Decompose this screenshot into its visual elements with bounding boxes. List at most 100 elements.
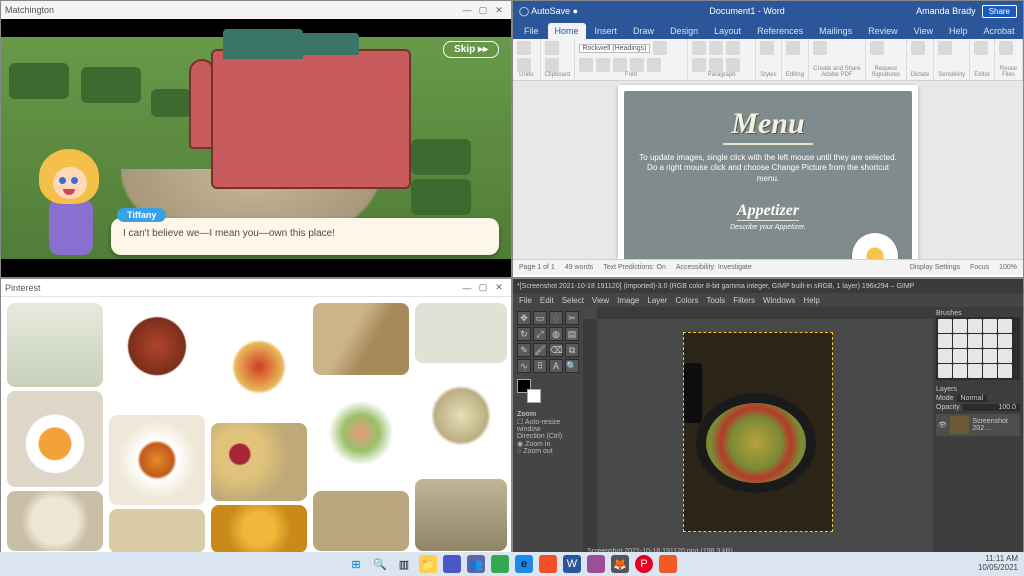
tool-move-icon[interactable]: ✥ [517, 311, 531, 325]
tool-brush-icon[interactable]: 🖌 [533, 343, 547, 357]
menu-colors[interactable]: Colors [675, 296, 698, 305]
ribbon-button[interactable] [647, 58, 661, 72]
menu-select[interactable]: Select [562, 296, 584, 305]
ribbon-button[interactable] [709, 58, 723, 72]
status-accessibility[interactable]: Accessibility: Investigate [676, 264, 752, 271]
status-focus[interactable]: Focus [970, 264, 989, 271]
tool-bucket-icon[interactable]: ◍ [549, 327, 563, 341]
opacity-value[interactable]: 100.0 [963, 404, 1020, 411]
layer-row[interactable]: 👁 Screenshot 202… [936, 414, 1020, 436]
menu-tools[interactable]: Tools [707, 296, 726, 305]
brush-preset[interactable] [953, 334, 967, 348]
start-button[interactable]: ⊞ [347, 555, 365, 573]
tab-design[interactable]: Design [663, 23, 705, 39]
tab-view[interactable]: View [907, 23, 940, 39]
tool-path-icon[interactable]: ⠿ [533, 359, 547, 373]
tool-clone-icon[interactable]: ⧉ [565, 343, 579, 357]
app-icon[interactable] [491, 555, 509, 573]
ribbon-button[interactable] [630, 58, 644, 72]
tab-layout[interactable]: Layout [707, 23, 748, 39]
tab-home[interactable]: Home [548, 23, 586, 39]
maximize-icon[interactable]: ▢ [475, 282, 491, 293]
tab-file[interactable]: File [517, 23, 546, 39]
brush-preset[interactable] [938, 364, 952, 378]
brush-preset[interactable] [968, 334, 982, 348]
ribbon-button[interactable] [692, 41, 706, 55]
skip-button[interactable]: Skip ▸▸ [443, 41, 499, 58]
brush-preset[interactable] [968, 364, 982, 378]
brush-preset[interactable] [983, 364, 997, 378]
document-area[interactable]: Menu To update images, single click with… [513, 81, 1023, 259]
minimize-icon[interactable]: — [459, 5, 475, 15]
tab-references[interactable]: References [750, 23, 810, 39]
tool-zoom-icon[interactable]: 🔍 [565, 359, 579, 373]
user-name[interactable]: Amanda Brady [916, 6, 976, 16]
ribbon-button[interactable] [870, 41, 884, 55]
status-predictions[interactable]: Text Predictions: On [603, 264, 666, 271]
ribbon-button[interactable] [545, 41, 559, 55]
menu-windows[interactable]: Windows [763, 296, 795, 305]
tab-review[interactable]: Review [861, 23, 905, 39]
background-color[interactable] [527, 389, 541, 403]
ribbon-button[interactable] [653, 41, 667, 55]
explorer-icon[interactable]: 📁 [419, 555, 437, 573]
ribbon-button[interactable] [999, 41, 1013, 55]
game-titlebar[interactable]: Matchington — ▢ ✕ [1, 1, 511, 19]
search-icon[interactable]: 🔍 [371, 555, 389, 573]
brush-preset[interactable] [983, 334, 997, 348]
pin-image[interactable] [109, 509, 205, 553]
ribbon-button[interactable] [579, 58, 593, 72]
app-icon[interactable] [539, 555, 557, 573]
brush-preset[interactable] [998, 334, 1012, 348]
ribbon-button[interactable] [517, 41, 531, 55]
pin-image[interactable] [415, 479, 507, 551]
word-titlebar[interactable]: ◯ AutoSave ● Document1 - Word Amanda Bra… [513, 1, 1023, 21]
opt-zoom-out[interactable]: ○ Zoom out [517, 448, 579, 455]
pin-image[interactable] [7, 391, 103, 487]
menu-edit[interactable]: Edit [540, 296, 554, 305]
brush-preset[interactable] [953, 364, 967, 378]
teams-icon[interactable]: 👥 [467, 555, 485, 573]
tool-rotate-icon[interactable]: ↻ [517, 327, 531, 341]
minimize-icon[interactable]: — [459, 283, 475, 293]
gimp-titlebar[interactable]: *[Screenshot 2021-10-18 191120] (importe… [513, 279, 1023, 293]
color-swatches[interactable] [517, 379, 541, 403]
app-icon[interactable] [443, 555, 461, 573]
close-icon[interactable]: ✕ [491, 5, 507, 16]
app-icon[interactable] [587, 555, 605, 573]
tool-scale-icon[interactable]: ⤢ [533, 327, 547, 341]
close-icon[interactable]: ✕ [491, 282, 507, 293]
tab-acrobat[interactable]: Acrobat [977, 23, 1022, 39]
tool-smudge-icon[interactable]: ∿ [517, 359, 531, 373]
canvas[interactable] [683, 332, 833, 532]
brush-preset[interactable] [998, 319, 1012, 333]
menu-card[interactable]: Menu To update images, single click with… [624, 91, 912, 259]
tab-help[interactable]: Help [942, 23, 975, 39]
pin-image[interactable] [313, 491, 409, 551]
tool-crop-icon[interactable]: ✂ [565, 311, 579, 325]
tool-pencil-icon[interactable]: ✎ [517, 343, 531, 357]
ribbon-button[interactable] [709, 41, 723, 55]
ribbon-button[interactable] [726, 58, 740, 72]
opt-zoom-in[interactable]: ◉ Zoom in [517, 440, 579, 448]
autosave-toggle[interactable]: ◯ AutoSave ● [519, 6, 578, 17]
system-clock[interactable]: 11:11 AM 10/05/2021 [978, 555, 1018, 573]
status-zoom[interactable]: 100% [999, 264, 1017, 271]
ribbon-button[interactable] [974, 41, 988, 55]
ribbon-button[interactable] [596, 58, 610, 72]
tool-select-icon[interactable]: ▭ [533, 311, 547, 325]
visibility-icon[interactable]: 👁 [938, 421, 947, 429]
task-view-icon[interactable]: ▥ [395, 555, 413, 573]
layer-thumbnail[interactable] [950, 416, 970, 434]
ribbon-button[interactable] [692, 58, 706, 72]
pin-image[interactable] [211, 423, 307, 501]
ribbon-button[interactable] [760, 41, 774, 55]
menu-image[interactable]: Image [617, 296, 639, 305]
game-icon[interactable] [659, 555, 677, 573]
brush-preset[interactable] [953, 349, 967, 363]
pinterest-titlebar[interactable]: Pinterest — ▢ ✕ [1, 279, 511, 297]
brush-preset[interactable] [938, 349, 952, 363]
appetizer-image[interactable] [852, 233, 898, 259]
ribbon-button[interactable] [911, 41, 925, 55]
pin-board[interactable] [1, 297, 511, 557]
